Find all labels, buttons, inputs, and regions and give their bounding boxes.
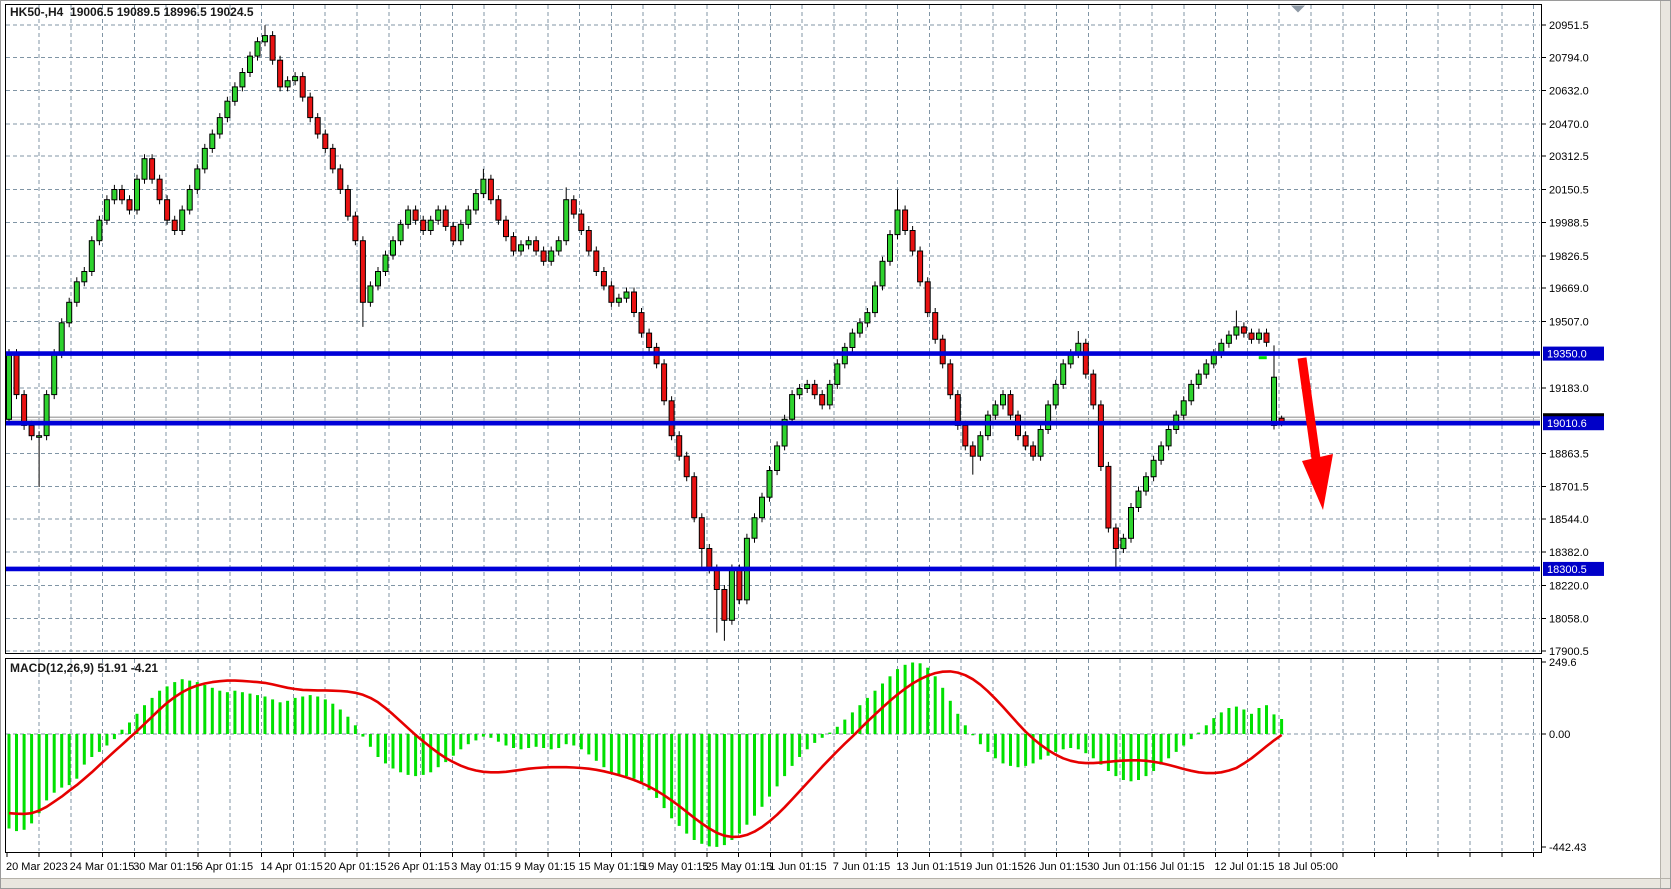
price-axis-label: 20951.5 xyxy=(1549,20,1589,32)
price-axis-label: 18058.0 xyxy=(1549,614,1589,626)
macd-axis-label: 249.6 xyxy=(1549,657,1577,669)
date-label: 18 Jul 05:00 xyxy=(1278,861,1338,873)
date-label: 20 Mar 2023 xyxy=(6,861,68,873)
date-label: 30 Jun 01:15 xyxy=(1087,861,1151,873)
date-label: 19 May 01:15 xyxy=(642,861,709,873)
chart-window: 20951.5 20794.0 20632.0 20470.0 20312.5 20150… xyxy=(0,0,1671,889)
date-label: 7 Jun 01:15 xyxy=(833,861,891,873)
close-dash-marker xyxy=(1259,356,1267,359)
price-axis-label: 20632.0 xyxy=(1549,86,1589,98)
price-axis-label: 20150.5 xyxy=(1549,184,1589,196)
price-axis-label: 20794.0 xyxy=(1549,52,1589,64)
panel-splitter[interactable] xyxy=(5,654,1541,658)
price-axis-label: 18544.0 xyxy=(1549,514,1589,526)
price-axis-label: 18863.5 xyxy=(1549,448,1589,460)
date-label: 12 Jul 01:15 xyxy=(1214,861,1274,873)
date-label: 13 Jun 01:15 xyxy=(896,861,960,873)
date-label: 26 Jun 01:15 xyxy=(1024,861,1088,873)
date-label: 19 Jun 01:15 xyxy=(960,861,1024,873)
chart-canvas[interactable]: 20951.5 20794.0 20632.0 20470.0 20312.5 20150… xyxy=(1,1,1671,889)
price-axis-label: 18701.5 xyxy=(1549,482,1589,494)
price-axis-label: 19988.5 xyxy=(1549,218,1589,230)
date-label: 6 Apr 01:15 xyxy=(197,861,253,873)
price-axis-label: 19669.0 xyxy=(1549,283,1589,295)
date-label: 6 Jul 01:15 xyxy=(1151,861,1205,873)
price-axis-label: 19826.5 xyxy=(1549,251,1589,263)
price-axis-label: 19183.0 xyxy=(1549,383,1589,395)
price-axis-label: 20312.5 xyxy=(1549,151,1589,163)
svg-text:19010.6: 19010.6 xyxy=(1547,418,1587,430)
date-label: 15 May 01:15 xyxy=(578,861,645,873)
time-axis[interactable]: 20 Mar 202324 Mar 01:1530 Mar 01:156 Apr… xyxy=(6,853,1534,873)
date-label: 20 Apr 01:15 xyxy=(324,861,386,873)
date-label: 24 Mar 01:15 xyxy=(70,861,135,873)
price-axis-label: 20470.0 xyxy=(1549,119,1589,131)
price-axis-label: 19507.0 xyxy=(1549,316,1589,328)
macd-axis-label: -442.43 xyxy=(1549,842,1586,854)
date-label: 3 May 01:15 xyxy=(451,861,512,873)
price-axis-label: 18220.0 xyxy=(1549,580,1589,592)
date-label: 30 Mar 01:15 xyxy=(133,861,198,873)
date-label: 25 May 01:15 xyxy=(706,861,773,873)
date-label: 1 Jun 01:15 xyxy=(769,861,827,873)
macd-axis-label: 0.00 xyxy=(1549,729,1570,741)
price-axis-label: 18382.0 xyxy=(1549,547,1589,559)
date-label: 26 Apr 01:15 xyxy=(388,861,450,873)
date-label: 14 Apr 01:15 xyxy=(260,861,322,873)
date-label: 9 May 01:15 xyxy=(515,861,576,873)
chart-title: HK50-,H4 19006.5 19089.5 18996.5 19024.5 xyxy=(10,5,254,19)
price-axis[interactable]: 20951.5 20794.0 20632.0 20470.0 20312.5 20150… xyxy=(1541,20,1589,854)
svg-text:18300.5: 18300.5 xyxy=(1547,564,1587,576)
svg-text:19350.0: 19350.0 xyxy=(1547,349,1587,361)
macd-indicator-label: MACD(12,26,9) 51.91 -4.21 xyxy=(10,661,158,675)
